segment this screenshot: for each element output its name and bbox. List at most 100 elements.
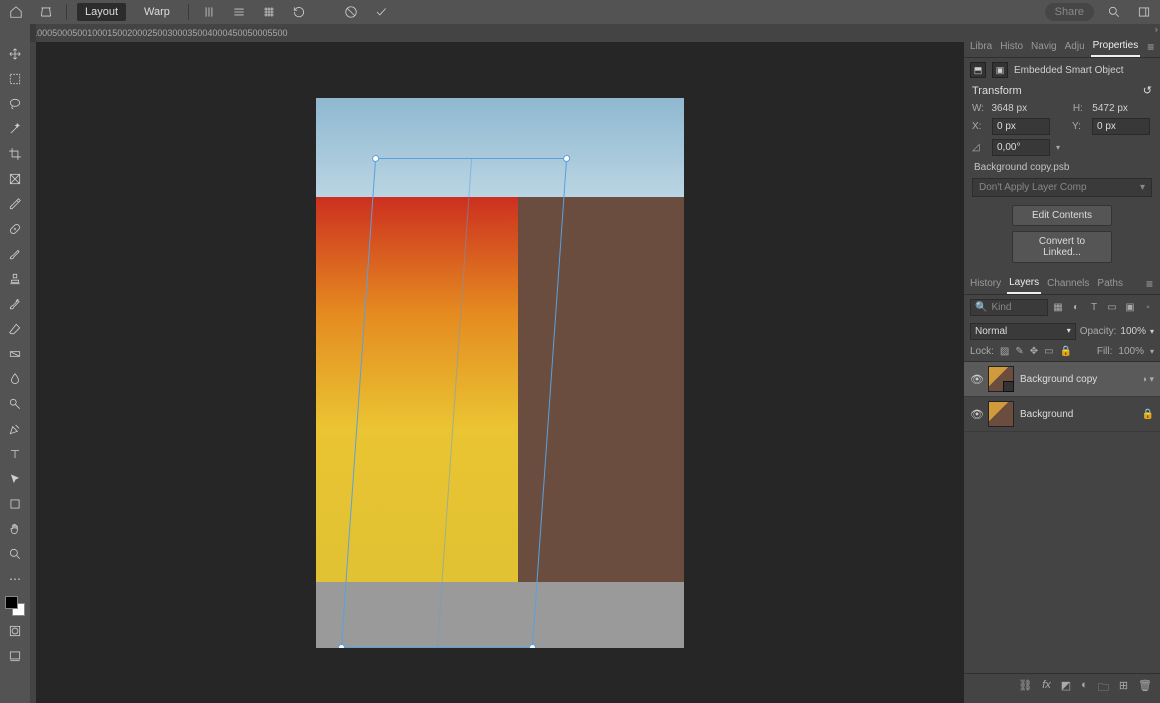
gradient-tool-icon[interactable] (4, 344, 26, 364)
edit-contents-button[interactable]: Edit Contents (1012, 205, 1112, 226)
tab-paths[interactable]: Paths (1095, 274, 1125, 293)
height-value[interactable]: 5472 px (1092, 103, 1152, 114)
collapse-panels-icon[interactable]: ›› (964, 24, 1160, 34)
link-layers-icon[interactable]: ⛓ (1018, 679, 1032, 698)
new-group-icon[interactable]: 🗀 (1098, 679, 1109, 698)
crop-tool-icon[interactable] (4, 144, 26, 164)
convert-to-linked-button[interactable]: Convert to Linked... (1012, 231, 1112, 263)
tab-history[interactable]: Histo (998, 37, 1025, 56)
fill-dropdown-icon[interactable]: ▾ (1150, 347, 1154, 356)
layer-name[interactable]: Background copy (1020, 374, 1136, 385)
fill-value[interactable]: 100% (1118, 346, 1144, 357)
lock-all-icon[interactable]: 🔒 (1060, 346, 1072, 357)
cancel-transform-icon[interactable] (341, 2, 361, 22)
horizontal-ruler[interactable]: 3000 2500 2000 1500 1000 500 0 500 1000 … (30, 24, 964, 42)
lock-position-icon[interactable]: ✥ (1030, 346, 1038, 357)
layer-effects-icon[interactable]: ◑ ▾ (1142, 374, 1154, 385)
filter-smart-icon[interactable]: ▣ (1124, 302, 1136, 314)
shape-tool-icon[interactable] (4, 494, 26, 514)
tab-libraries[interactable]: Libra (968, 37, 994, 56)
reset-icon[interactable] (289, 2, 309, 22)
panel-menu-icon[interactable]: ≡ (1144, 40, 1157, 54)
layers-panel-menu-icon[interactable]: ≡ (1143, 277, 1156, 291)
path-select-tool-icon[interactable] (4, 469, 26, 489)
mode-warp[interactable]: Warp (136, 3, 178, 21)
lock-transparent-icon[interactable]: ▨ (1000, 346, 1009, 357)
layer-row[interactable]: 👁 Background copy ◑ ▾ (964, 362, 1160, 397)
eyedropper-tool-icon[interactable] (4, 194, 26, 214)
warp-handle-tl[interactable] (372, 155, 379, 162)
pen-tool-icon[interactable] (4, 419, 26, 439)
filter-pixel-icon[interactable]: ▦ (1052, 302, 1064, 314)
mode-layout[interactable]: Layout (77, 3, 126, 21)
visibility-toggle-icon[interactable]: 👁 (970, 408, 982, 421)
layer-row[interactable]: 👁 Background 🔒 (964, 397, 1160, 432)
straighten-horizontal-icon[interactable] (229, 2, 249, 22)
angle-value[interactable]: 0,00° (992, 139, 1050, 156)
document-image[interactable] (316, 98, 684, 648)
visibility-toggle-icon[interactable]: 👁 (970, 373, 982, 386)
reset-transform-icon[interactable]: ↺ (1143, 84, 1152, 97)
delete-layer-icon[interactable]: 🗑 (1138, 679, 1152, 698)
width-value[interactable]: 3648 px (991, 103, 1051, 114)
hand-tool-icon[interactable] (4, 519, 26, 539)
new-layer-icon[interactable]: ⊞ (1119, 679, 1128, 698)
warp-handle-br[interactable] (529, 644, 536, 648)
tab-navigator[interactable]: Navig (1029, 37, 1059, 56)
filter-type-icon[interactable]: T (1088, 302, 1100, 314)
blur-tool-icon[interactable] (4, 369, 26, 389)
tab-adjustments[interactable]: Adju (1063, 37, 1087, 56)
new-adjustment-icon[interactable]: ◐ (1081, 679, 1088, 698)
brush-tool-icon[interactable] (4, 244, 26, 264)
opacity-dropdown-icon[interactable]: ▾ (1150, 327, 1154, 336)
healing-tool-icon[interactable] (4, 219, 26, 239)
tab-history-b[interactable]: History (968, 274, 1003, 293)
layer-filter-kind[interactable]: 🔍 Kind (970, 299, 1048, 316)
layer-thumbnail[interactable] (988, 401, 1014, 427)
dodge-tool-icon[interactable] (4, 394, 26, 414)
y-value[interactable]: 0 px (1092, 118, 1150, 135)
perspective-plane[interactable] (341, 158, 567, 648)
color-swatches[interactable] (5, 596, 25, 616)
warp-handle-bl[interactable] (338, 644, 345, 648)
lock-image-icon[interactable]: ✎ (1015, 346, 1023, 357)
marquee-tool-icon[interactable] (4, 69, 26, 89)
lasso-tool-icon[interactable] (4, 94, 26, 114)
wand-tool-icon[interactable] (4, 119, 26, 139)
commit-transform-icon[interactable] (371, 2, 391, 22)
edit-toolbar-icon[interactable]: ⋯ (4, 569, 26, 589)
angle-dropdown-icon[interactable]: ▾ (1056, 143, 1060, 152)
tab-properties[interactable]: Properties (1091, 36, 1141, 57)
auto-warp-icon[interactable] (259, 2, 279, 22)
workspace-icon[interactable] (1134, 2, 1154, 22)
layer-fx-icon[interactable]: fx (1042, 679, 1051, 698)
filter-adjust-icon[interactable]: ◐ (1070, 302, 1082, 314)
share-button[interactable]: Share (1045, 3, 1094, 21)
filter-shape-icon[interactable]: ▭ (1106, 302, 1118, 314)
move-tool-icon[interactable] (4, 44, 26, 64)
quickmask-icon[interactable] (4, 621, 26, 641)
perspective-warp-icon[interactable] (36, 2, 56, 22)
type-tool-icon[interactable] (4, 444, 26, 464)
lock-artboard-icon[interactable]: ▭ (1044, 346, 1053, 357)
x-value[interactable]: 0 px (992, 118, 1050, 135)
layer-thumbnail[interactable] (988, 366, 1014, 392)
zoom-tool-icon[interactable] (4, 544, 26, 564)
tab-channels[interactable]: Channels (1045, 274, 1091, 293)
add-mask-icon[interactable]: ◩ (1061, 679, 1071, 698)
eraser-tool-icon[interactable] (4, 319, 26, 339)
tab-layers[interactable]: Layers (1007, 273, 1041, 294)
straighten-vertical-icon[interactable] (199, 2, 219, 22)
layer-name[interactable]: Background (1020, 409, 1136, 420)
screenmode-icon[interactable] (4, 646, 26, 666)
blend-mode-select[interactable]: Normal ▾ (970, 323, 1076, 340)
search-icon[interactable] (1104, 2, 1124, 22)
filter-toggle-icon[interactable]: ◦ (1142, 302, 1154, 314)
warp-handle-tr[interactable] (563, 155, 570, 162)
frame-tool-icon[interactable] (4, 169, 26, 189)
ruler-origin[interactable] (30, 24, 36, 42)
opacity-value[interactable]: 100% (1120, 326, 1146, 337)
stamp-tool-icon[interactable] (4, 269, 26, 289)
home-icon[interactable] (6, 2, 26, 22)
layercomp-dropdown[interactable]: Don't Apply Layer Comp▾ (972, 178, 1152, 197)
